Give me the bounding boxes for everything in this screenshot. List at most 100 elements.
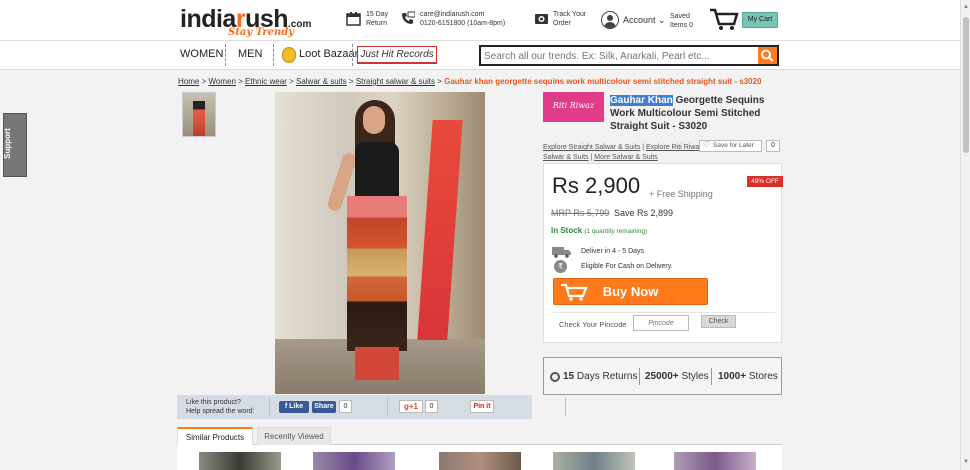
page-scrollbar[interactable]: ▲ ▼ [960, 0, 970, 470]
pincode-input[interactable] [633, 315, 689, 331]
share-divider [387, 398, 388, 416]
google-plus-count: 0 [425, 400, 438, 413]
cod-eligibility: Eligible For Cash on Delivery. [581, 263, 673, 270]
similar-products-strip [177, 445, 782, 470]
tab-recently-viewed[interactable]: Recently Viewed [257, 427, 331, 445]
facebook-icon: f [284, 403, 288, 410]
buy-now-label: Buy Now [602, 284, 659, 299]
explore-links: Explore Straight Salwar & Suits | Explor… [543, 144, 703, 161]
buy-now-button[interactable]: Buy Now [553, 278, 708, 305]
discount-badge: 49% OFF [747, 176, 783, 187]
search-button[interactable] [758, 47, 777, 64]
logo-tagline: Stay Trendy [228, 27, 295, 38]
title-highlight: Gauhar Khan [610, 95, 673, 106]
return-icon [550, 372, 560, 382]
check-pincode-button[interactable]: Check [701, 315, 736, 328]
saved-line2: Items [670, 22, 688, 29]
breadcrumb-current: Gauhar khan georgette sequins work multi… [444, 77, 762, 86]
brand-logo[interactable]: Riti Riwaz [543, 92, 604, 122]
truck-icon [552, 247, 571, 258]
nav-divider [352, 44, 353, 66]
breadcrumb-women[interactable]: Women [208, 77, 235, 86]
price-box: Rs 2,900 + Free Shipping 49% OFF MRP Rs … [543, 163, 783, 343]
more-suits-link[interactable]: More Salwar & Suits [594, 154, 657, 161]
returns-line1: 15 Day [366, 11, 389, 18]
user-icon [601, 11, 619, 29]
search-icon [761, 49, 774, 62]
rupee-icon: ₹ [554, 260, 567, 273]
search-input[interactable] [484, 48, 754, 64]
feature-styles: 25000+ Styles [645, 371, 709, 382]
track-line2: Order [553, 20, 571, 27]
contact-phone: 0120-6151800 (10am-8pm) [420, 20, 506, 27]
breadcrumb-sep: > [238, 77, 243, 86]
feature-divider [711, 368, 712, 385]
product-image[interactable] [275, 92, 485, 394]
similar-product-item[interactable] [439, 452, 521, 470]
delivery-time: Deliver in 4 - 5 Days [581, 248, 645, 255]
nav-women[interactable]: WOMEN [180, 48, 223, 64]
breadcrumb: Home > Women > Ethnic wear > Salwar & su… [178, 77, 762, 86]
free-shipping: + Free Shipping [649, 189, 713, 199]
nav-divider [273, 44, 274, 66]
mrp: MRP Rs 5,799 [551, 208, 610, 218]
feature-returns: 15 Days Returns [563, 371, 638, 382]
similar-product-item[interactable] [674, 452, 756, 470]
save-for-later-button[interactable]: Save for Later [699, 140, 762, 152]
explore-straight-link[interactable]: Explore Straight Salwar & Suits [543, 144, 640, 151]
breadcrumb-sep: > [348, 77, 354, 86]
similar-product-item[interactable] [313, 452, 395, 470]
scroll-up-icon[interactable]: ▲ [963, 4, 969, 10]
phone-mail-icon [402, 11, 415, 24]
explore-brand-link[interactable]: Explore Riti Riwaz [646, 144, 703, 151]
share-bar: Like this product? Help spread the word: … [177, 395, 566, 419]
saved-line1: Saved [670, 13, 690, 20]
product-tabs: Similar Products Recently Viewed [177, 427, 782, 445]
breadcrumb-home[interactable]: Home [178, 77, 199, 86]
tab-similar-products[interactable]: Similar Products [177, 427, 253, 445]
scroll-down-icon[interactable]: ▼ [963, 459, 969, 465]
explore-brand-suits-link[interactable]: Salwar & Suits [543, 154, 589, 161]
similar-product-item[interactable] [199, 452, 281, 470]
saved-count: 0 [689, 22, 693, 29]
feature-divider [639, 368, 640, 385]
nav-loot-bazaar[interactable]: Loot Bazaar [299, 48, 358, 64]
my-cart-button[interactable]: My Cart [742, 12, 778, 28]
similar-product-item[interactable] [553, 452, 635, 470]
stock-label: In Stock [551, 226, 583, 235]
savings: Save Rs 2,899 [614, 208, 674, 218]
breadcrumb-sep: > [437, 77, 442, 86]
facebook-count: 0 [339, 400, 352, 413]
scrollbar-thumb[interactable] [963, 17, 969, 153]
nav-men[interactable]: MEN [238, 48, 262, 64]
save-count: 0 [766, 140, 780, 152]
divider [553, 312, 775, 313]
support-label: Support [2, 128, 12, 159]
contact-email: care@indiarush.com [420, 11, 485, 18]
google-plus-button[interactable]: g+1 [399, 400, 423, 413]
main-nav: WOMEN MEN Loot Bazaar Just Hit Records [0, 40, 960, 70]
facebook-share-button[interactable]: Share [312, 401, 336, 413]
saved-items[interactable]: Saved Items 0 [670, 12, 693, 30]
share-divider [565, 398, 566, 416]
product-title: Gauhar Khan Georgette Sequins Work Multi… [610, 94, 785, 133]
breadcrumb-ethnic-wear[interactable]: Ethnic wear [245, 77, 287, 86]
share-line2: Help spread the word: [186, 408, 255, 415]
camera-box-icon [535, 14, 548, 24]
money-bag-icon [282, 47, 296, 63]
pinterest-button[interactable]: Pin it [470, 400, 494, 413]
track-line1: Track Your [553, 11, 587, 18]
facebook-like-button[interactable]: f Like [279, 401, 309, 413]
cart-icon [561, 283, 588, 301]
product-thumbnail[interactable] [182, 92, 216, 137]
nav-divider [225, 44, 226, 66]
share-line1: Like this product? [186, 399, 241, 406]
nav-just-hit-records[interactable]: Just Hit Records [357, 46, 437, 64]
breadcrumb-straight-salwar[interactable]: Straight salwar & suits [356, 77, 435, 86]
site-logo[interactable]: indiarush.com Stay Trendy [180, 5, 311, 38]
chevron-down-icon: ⌄ [658, 15, 666, 25]
breadcrumb-salwar-suits[interactable]: Salwar & suits [296, 77, 347, 86]
cart-icon[interactable] [709, 8, 739, 32]
support-tab[interactable]: Support [3, 113, 27, 177]
share-divider [269, 398, 270, 416]
